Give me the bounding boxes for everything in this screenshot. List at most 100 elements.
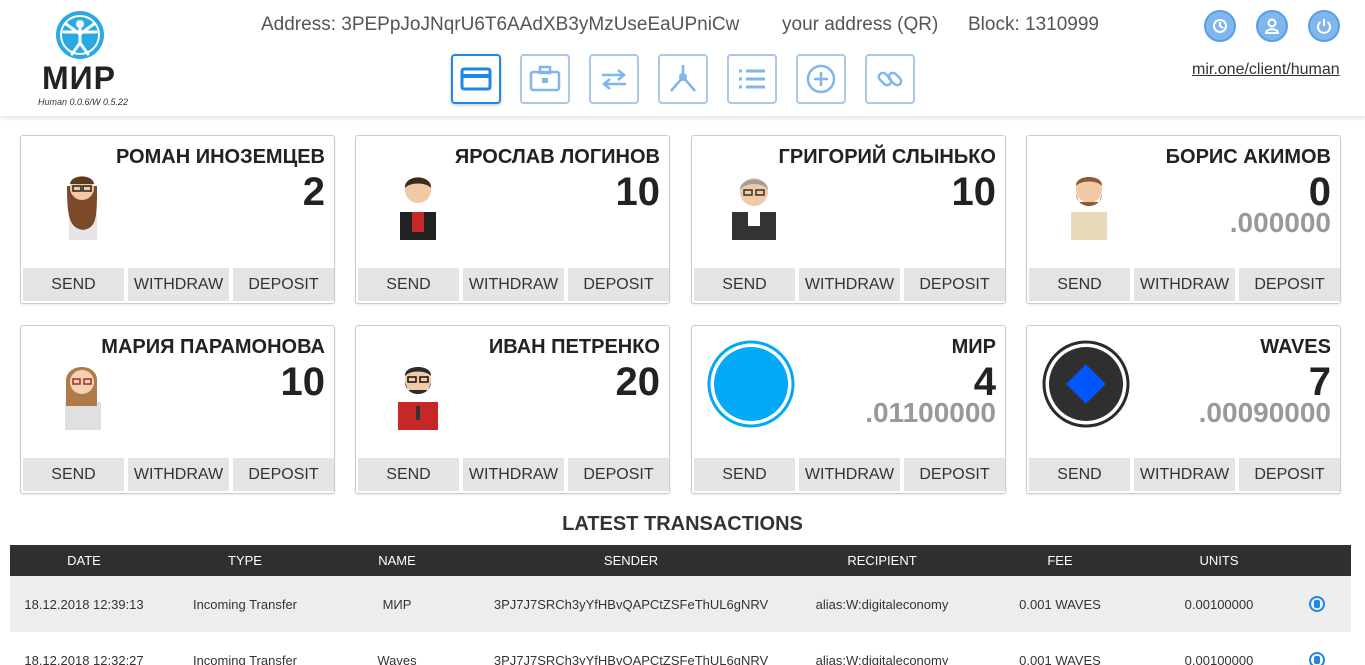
mir-coin-icon bbox=[707, 340, 795, 428]
profile-button[interactable] bbox=[1256, 10, 1288, 42]
send-button[interactable]: SEND bbox=[694, 458, 795, 491]
deposit-button[interactable]: DEPOSIT bbox=[904, 458, 1005, 491]
deposit-button[interactable]: DEPOSIT bbox=[233, 268, 334, 301]
card-actions: SEND WITHDRAW DEPOSIT bbox=[358, 458, 669, 491]
withdraw-button[interactable]: WITHDRAW bbox=[128, 268, 229, 301]
nav-portfolio-button[interactable] bbox=[520, 54, 570, 104]
briefcase-icon bbox=[529, 65, 561, 92]
nav-list-button[interactable] bbox=[727, 54, 777, 104]
nav-exchange-button[interactable] bbox=[589, 54, 639, 104]
tx-name: Waves bbox=[377, 652, 417, 665]
tx-details-button[interactable] bbox=[1282, 652, 1351, 665]
transactions-title: LATEST TRANSACTIONS bbox=[562, 513, 803, 535]
avatar bbox=[65, 367, 101, 430]
nav-wallet-button[interactable] bbox=[451, 54, 501, 104]
avatar bbox=[400, 177, 436, 240]
tx-type: Incoming Transfer bbox=[192, 596, 298, 612]
card-name: БОРИС АКИМОВ bbox=[1165, 146, 1331, 168]
transactions-table: DATE TYPE NAME SENDER RECIPIENT FEE UNIT… bbox=[10, 545, 1351, 665]
logout-button[interactable] bbox=[1308, 10, 1340, 42]
send-button[interactable]: SEND bbox=[1029, 458, 1130, 491]
link-icon bbox=[877, 71, 903, 87]
history-button[interactable] bbox=[1204, 10, 1236, 42]
deposit-button[interactable]: DEPOSIT bbox=[1239, 268, 1340, 301]
column-header[interactable]: RECIPIENT bbox=[800, 553, 964, 568]
column-header[interactable]: FEE bbox=[964, 553, 1156, 568]
tx-recipient: alias:W:digitaleconomy bbox=[815, 596, 949, 612]
table-header: DATE TYPE NAME SENDER RECIPIENT FEE UNIT… bbox=[10, 545, 1351, 576]
account-card: ИВАН ПЕТРЕНКО 20 SEND WITHDRAW DEPOSIT bbox=[355, 325, 670, 494]
user-icon bbox=[1264, 18, 1280, 34]
account-card: МАРИЯ ПАРАМОНОВА 10 SEND WITHDRAW DEPOSI… bbox=[20, 325, 335, 494]
card-amount: 20 bbox=[615, 360, 661, 404]
tx-recipient: alias:W:digitaleconomy bbox=[815, 652, 949, 665]
exchange-arrows-icon bbox=[602, 69, 626, 90]
withdraw-button[interactable]: WITHDRAW bbox=[799, 458, 900, 491]
deposit-button[interactable]: DEPOSIT bbox=[904, 268, 1005, 301]
token-card: WAVES 7 .00090000 SEND WITHDRAW DEPOSIT bbox=[1026, 325, 1341, 494]
card-amount: 10 bbox=[615, 170, 661, 214]
history-icon bbox=[1213, 19, 1227, 33]
app-logo[interactable]: МИР Human 0.0.6/W 0.5.22 bbox=[36, 10, 146, 110]
withdraw-button[interactable]: WITHDRAW bbox=[463, 458, 564, 491]
card-amount: 10 bbox=[951, 170, 997, 214]
table-row[interactable]: 18.12.2018 12:32:27 Incoming Transfer Wa… bbox=[10, 632, 1351, 665]
card-name: МИР bbox=[951, 336, 996, 358]
card-name: ИВАН ПЕТРЕНКО bbox=[488, 336, 660, 358]
power-icon bbox=[1317, 19, 1331, 34]
app-version: Human 0.0.6/W 0.5.22 bbox=[38, 97, 129, 107]
deposit-button[interactable]: DEPOSIT bbox=[568, 458, 669, 491]
card-fraction: .01100000 bbox=[865, 397, 996, 428]
network-tree-icon bbox=[670, 65, 696, 92]
deposit-button[interactable]: DEPOSIT bbox=[1239, 458, 1340, 491]
plus-circle-icon bbox=[806, 64, 836, 94]
tx-name: МИР bbox=[382, 596, 412, 612]
column-header[interactable]: NAME bbox=[332, 553, 462, 568]
card-actions: SEND WITHDRAW DEPOSIT bbox=[23, 268, 334, 301]
tx-fee: 0.001 WAVES bbox=[1019, 652, 1101, 665]
deposit-button[interactable]: DEPOSIT bbox=[233, 458, 334, 491]
card-name: РОМАН ИНОЗЕМЦЕВ bbox=[115, 146, 325, 168]
qr-address-link[interactable]: your address (QR) bbox=[782, 14, 938, 36]
deposit-button[interactable]: DEPOSIT bbox=[568, 268, 669, 301]
column-header[interactable]: DATE bbox=[10, 553, 158, 568]
info-icon[interactable] bbox=[1308, 596, 1325, 613]
account-card: БОРИС АКИМОВ 0 .000000 SEND WITHDRAW DEP… bbox=[1026, 135, 1341, 304]
withdraw-button[interactable]: WITHDRAW bbox=[463, 268, 564, 301]
waves-coin-icon bbox=[1042, 340, 1130, 428]
tx-date: 18.12.2018 12:39:13 bbox=[24, 596, 144, 612]
send-button[interactable]: SEND bbox=[358, 268, 459, 301]
nav-network-button[interactable] bbox=[658, 54, 708, 104]
tx-sender: 3PJ7J7SRCh3yYfHBvQAPCtZSFeThUL6gNRV bbox=[493, 596, 769, 612]
client-link[interactable]: mir.one/client/human bbox=[1192, 61, 1340, 79]
withdraw-button[interactable]: WITHDRAW bbox=[128, 458, 229, 491]
table-row[interactable]: 18.12.2018 12:39:13 Incoming Transfer МИ… bbox=[10, 576, 1351, 632]
send-button[interactable]: SEND bbox=[23, 268, 124, 301]
wallet-address[interactable]: Address: 3PEPpJoJNqrU6T6AAdXB3yMzUseEaUP… bbox=[261, 14, 739, 36]
card-actions: SEND WITHDRAW DEPOSIT bbox=[1029, 458, 1340, 491]
avatar bbox=[398, 367, 438, 430]
send-button[interactable]: SEND bbox=[358, 458, 459, 491]
nav-add-button[interactable] bbox=[796, 54, 846, 104]
withdraw-button[interactable]: WITHDRAW bbox=[1134, 268, 1235, 301]
wallet-card-icon bbox=[460, 67, 492, 91]
send-button[interactable]: SEND bbox=[23, 458, 124, 491]
column-header[interactable]: SENDER bbox=[462, 553, 800, 568]
withdraw-button[interactable]: WITHDRAW bbox=[1134, 458, 1235, 491]
card-actions: SEND WITHDRAW DEPOSIT bbox=[358, 268, 669, 301]
info-icon[interactable] bbox=[1308, 652, 1325, 665]
tx-details-button[interactable] bbox=[1282, 596, 1351, 613]
column-header[interactable]: TYPE bbox=[158, 553, 332, 568]
card-amount: 2 bbox=[302, 170, 325, 214]
column-header[interactable]: UNITS bbox=[1156, 553, 1282, 568]
card-name: МАРИЯ ПАРАМОНОВА bbox=[101, 336, 325, 358]
send-button[interactable]: SEND bbox=[694, 268, 795, 301]
withdraw-button[interactable]: WITHDRAW bbox=[799, 268, 900, 301]
send-button[interactable]: SEND bbox=[1029, 268, 1130, 301]
tx-units: 0.00100000 bbox=[1184, 596, 1254, 612]
tx-sender: 3PJ7J7SRCh3yYfHBvQAPCtZSFeThUL6gNRV bbox=[493, 652, 769, 665]
tx-date: 18.12.2018 12:32:27 bbox=[24, 652, 144, 665]
app-header: МИР Human 0.0.6/W 0.5.22 Address: 3PEPpJ… bbox=[0, 0, 1365, 116]
nav-link-button[interactable] bbox=[865, 54, 915, 104]
card-actions: SEND WITHDRAW DEPOSIT bbox=[694, 268, 1005, 301]
